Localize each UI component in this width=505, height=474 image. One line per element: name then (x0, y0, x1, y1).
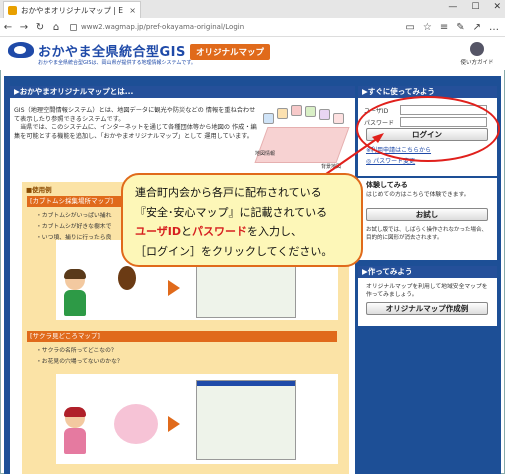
make-description: オリジナルマップを利用して地域安全マップを作ってみましょう。 (366, 284, 488, 298)
navigation-bar: ← → ↻ ⌂ www2.wagmap.jp/pref-okayama-orig… (0, 18, 505, 37)
callout-line: ユーザIDとパスワードを入力し、 (135, 222, 351, 242)
reading-view-icon[interactable]: ▭ (405, 22, 414, 33)
layer-icon (319, 109, 330, 120)
home-icon[interactable]: ⌂ (48, 22, 64, 33)
list-item: ・お花見の穴場ってないのかな？ (36, 359, 123, 365)
callout-userid: ユーザID (135, 225, 182, 238)
trial-title: 体験してみる (366, 181, 408, 189)
arrow-icon (168, 280, 180, 296)
guide-label: 使い方ガイド (460, 60, 494, 66)
layer-icon (333, 113, 344, 124)
trial-button[interactable]: お試し (366, 208, 488, 221)
intro-text: GIS（地理空間情報システム）とは、地図データに観光や防災などの 情報を重ね合わ… (14, 107, 258, 141)
intro-paragraph: GIS（地理空間情報システム）とは、地図データに観光や防災などの 情報を重ね合わ… (14, 107, 256, 123)
favicon-icon (8, 5, 17, 15)
guide-button[interactable]: 使い方ガイド (460, 42, 494, 66)
close-icon[interactable]: ✕ (493, 2, 501, 12)
guide-person-icon (470, 42, 484, 56)
map-plane (254, 127, 350, 163)
intro-paragraph: 当県では、このシステムに、インターネットを通じて各種団体等から地図の 作成・編集… (14, 124, 257, 140)
back-icon[interactable]: ← (0, 22, 16, 33)
example2-title: [サクラ見どころマップ] (27, 331, 337, 342)
examples-heading: ■使用例 (26, 186, 52, 194)
site-subtitle: おかやま全県統合型GISは、岡山県が提供する地理情報システムです。 (38, 60, 196, 66)
callout-rest: を入力し、 (247, 225, 303, 238)
window-controls: — ☐ ✕ (448, 2, 501, 12)
page-info-icon (70, 23, 77, 31)
example2-list: ・サクラの名所ってどこなの？ ・お花見の穴場ってないのかな？ (36, 346, 123, 368)
make-section-title: ▶作ってみよう (358, 266, 497, 278)
beetle-icon (118, 266, 136, 290)
layer-icon (277, 108, 288, 119)
map-layers-illustration: 地図情報 背景地図 (253, 105, 351, 171)
maximize-icon[interactable]: ☐ (471, 2, 479, 12)
list-item: ・カブトムシが好きな樹木で (36, 224, 112, 230)
map-info-label: 地図情報 (255, 151, 276, 157)
instruction-callout: 連合町内会から各戸に配布されている 『安全･安心マップ』に記載されている ユーザ… (121, 173, 363, 267)
okayama-logo-icon (8, 42, 34, 58)
trial-note: お試し版では、しばらく操作されなかった場合、目的的に図形が消去されます。 (366, 227, 488, 241)
boy-illustration (60, 269, 90, 318)
arrow-icon (168, 416, 180, 432)
web-note-icon[interactable]: ✎ (456, 22, 464, 33)
callout-line: 連合町内会から各戸に配布されている (135, 186, 322, 199)
make-map-box: ▶作ってみよう オリジナルマップを利用して地域安全マップを作ってみましょう。 オ… (358, 266, 497, 326)
example2-illustration (56, 374, 338, 464)
highlight-ellipse (356, 96, 500, 162)
original-map-badge: オリジナルマップ (190, 44, 271, 60)
layer-icon (263, 113, 274, 124)
trial-box: 体験してみる はじめての方はこちらで体験できます。 お試し お試し版では、しばら… (358, 178, 497, 260)
callout-password: パスワード (192, 225, 248, 238)
layer-icon (305, 106, 316, 117)
list-item: ・サクラの名所ってどこなの？ (36, 348, 117, 354)
address-bar[interactable]: www2.wagmap.jp/pref-okayama-original/Log… (70, 20, 400, 34)
site-header: おかやま全県統合型GIS おかやま全県統合型GISは、岡山県が提供する地理情報シ… (0, 37, 505, 70)
list-item: ・カブトムシがいっぱい捕れ (36, 213, 112, 219)
forward-icon[interactable]: → (16, 22, 32, 33)
girl-illustration (60, 407, 90, 456)
callout-and: と (181, 225, 193, 238)
map-screenshot (196, 380, 296, 460)
share-icon[interactable]: ↗ (473, 22, 481, 33)
callout-line: ［ログイン］をクリックしてください。 (135, 244, 333, 258)
site-title[interactable]: おかやま全県統合型GIS (38, 41, 186, 60)
reload-icon[interactable]: ↻ (32, 22, 48, 33)
minimize-icon[interactable]: — (448, 2, 457, 12)
layer-icon (291, 105, 302, 116)
tab-title: おかやまオリジナルマップ | E (21, 5, 124, 15)
toolbar-right: ▭ ☆ ≡ ✎ ↗ … (405, 22, 505, 33)
callout-line: 『安全･安心マップ』に記載されている (135, 205, 328, 219)
background-map-label: 背景地図 (321, 164, 342, 170)
cherry-blossom-icon (114, 404, 158, 444)
tab-strip: おかやまオリジナルマップ | E × — ☐ ✕ (0, 0, 505, 18)
tab-close-icon[interactable]: × (129, 6, 136, 15)
trial-description: はじめての方はこちらで体験できます。 (366, 192, 470, 198)
url-text: www2.wagmap.jp/pref-okayama-original/Log… (81, 23, 245, 31)
browser-tab[interactable]: おかやまオリジナルマップ | E × (3, 1, 141, 18)
hub-icon[interactable]: ≡ (440, 22, 448, 33)
about-section-title: ▶おかやまオリジナルマップとは... (10, 86, 355, 98)
make-example-button[interactable]: オリジナルマップ作成例 (366, 302, 488, 315)
favorite-star-icon[interactable]: ☆ (423, 22, 432, 33)
more-icon[interactable]: … (489, 22, 499, 33)
